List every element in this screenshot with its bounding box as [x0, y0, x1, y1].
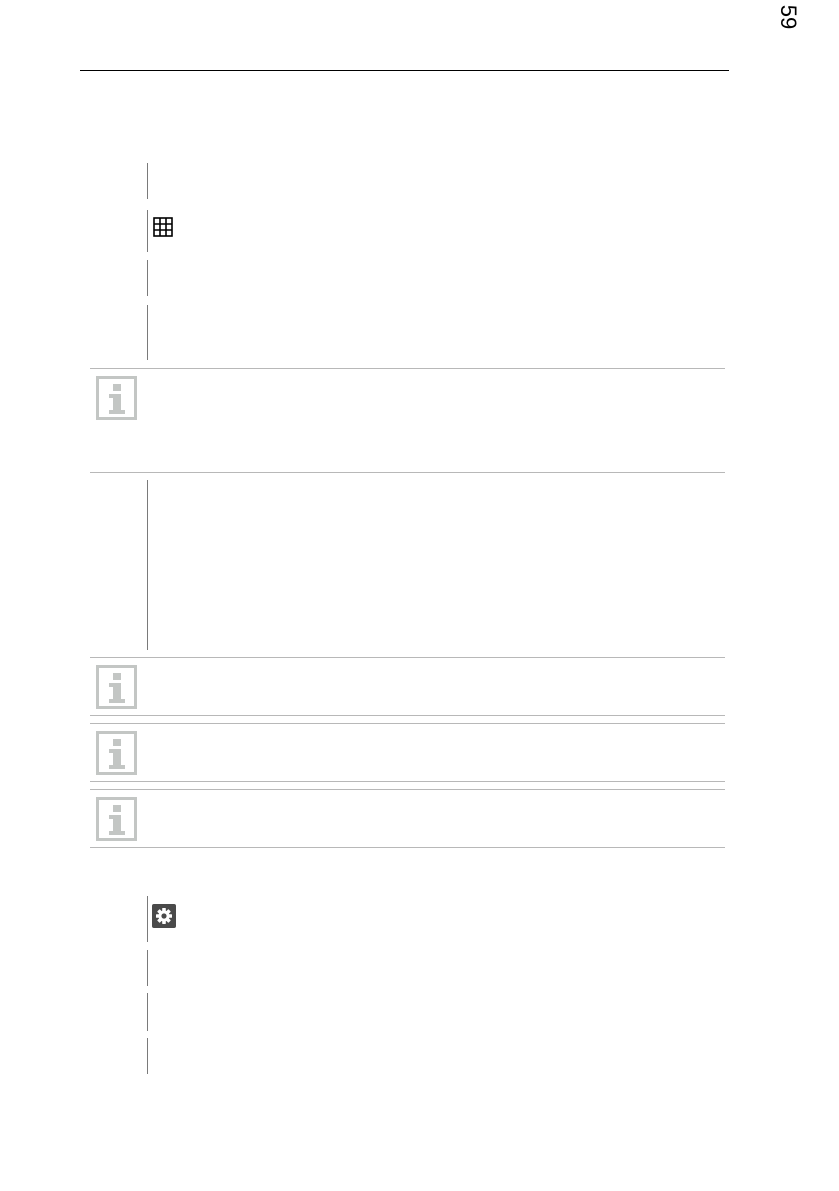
info-icon [96, 797, 137, 841]
table-grid-icon [153, 217, 173, 237]
note-rule [90, 715, 725, 716]
note-rule [90, 657, 725, 658]
info-icon [96, 731, 137, 775]
info-icon [96, 376, 137, 420]
step-bar [147, 480, 148, 650]
step-bar [147, 210, 148, 252]
step-bar [147, 950, 148, 986]
note-rule [90, 847, 725, 848]
note-rule [90, 723, 725, 724]
step-bar [147, 163, 148, 199]
note-rule [90, 781, 725, 782]
step-bar [147, 993, 148, 1031]
gear-icon [152, 904, 176, 928]
note-rule [90, 789, 725, 790]
header-rule [80, 70, 729, 71]
step-bar [147, 305, 148, 360]
step-bar [147, 896, 148, 942]
note-rule [90, 472, 725, 473]
step-bar [147, 1038, 148, 1074]
info-icon [96, 665, 137, 709]
step-bar [147, 260, 148, 296]
note-rule [90, 368, 725, 369]
page-number: 59 [776, 4, 801, 30]
